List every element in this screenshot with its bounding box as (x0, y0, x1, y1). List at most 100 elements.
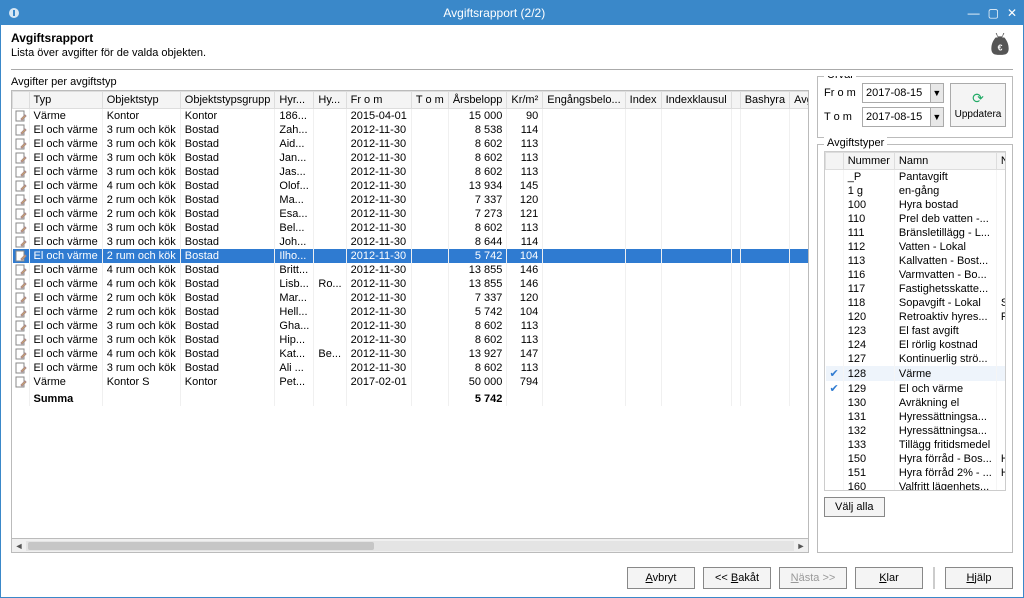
type-row[interactable]: 111Bränsletillägg - L... (826, 226, 1007, 240)
type-row[interactable]: 160Valfritt lägenhets... (826, 480, 1007, 491)
table-row[interactable]: VärmeKontorKontor186...2015-04-0115 0009… (13, 109, 810, 124)
table-row[interactable]: El och värme3 rum och kökBostadAli ...20… (13, 361, 810, 375)
table-row[interactable]: El och värme3 rum och kökBostadJoh...201… (13, 235, 810, 249)
table-row[interactable]: El och värme3 rum och kökBostadHip...201… (13, 333, 810, 347)
type-row[interactable]: 117Fastighetsskatte... (826, 282, 1007, 296)
check-icon[interactable] (826, 310, 844, 324)
edit-icon[interactable] (13, 263, 30, 277)
edit-icon[interactable] (13, 319, 30, 333)
horizontal-scrollbar[interactable]: ◄ ► (11, 539, 809, 553)
column-header[interactable]: Typ (29, 92, 102, 109)
table-row[interactable]: El och värme3 rum och kökBostadBel...201… (13, 221, 810, 235)
table-row[interactable]: El och värme4 rum och kökBostadOlof...20… (13, 179, 810, 193)
check-icon[interactable] (826, 296, 844, 310)
check-icon[interactable]: ✔ (826, 381, 844, 396)
select-all-button[interactable]: Välj alla (824, 497, 885, 517)
edit-icon[interactable] (13, 165, 30, 179)
edit-icon[interactable] (13, 179, 30, 193)
type-row[interactable]: 113Kallvatten - Bost... (826, 254, 1007, 268)
type-row[interactable]: 1 gen-gång (826, 184, 1007, 198)
from-date-field[interactable] (863, 84, 930, 102)
check-icon[interactable] (826, 212, 844, 226)
type-row[interactable]: 132Hyressättningsa... (826, 424, 1007, 438)
edit-icon[interactable] (13, 333, 30, 347)
cancel-button[interactable]: Avbryt (627, 567, 695, 589)
tom-date-field[interactable] (863, 108, 930, 126)
check-icon[interactable] (826, 226, 844, 240)
type-row[interactable]: 123El fast avgift (826, 324, 1007, 338)
check-icon[interactable] (826, 184, 844, 198)
column-header[interactable]: Bashyra (740, 92, 789, 109)
edit-icon[interactable] (13, 375, 30, 389)
type-row[interactable]: 100Hyra bostad (826, 198, 1007, 212)
scroll-left-icon[interactable]: ◄ (12, 541, 26, 551)
edit-icon[interactable] (13, 109, 30, 124)
update-button[interactable]: ⟳ Uppdatera (950, 83, 1006, 127)
check-icon[interactable] (826, 324, 844, 338)
help-button[interactable]: Hjälp (945, 567, 1013, 589)
from-date-input[interactable]: ▼ (862, 83, 944, 103)
table-row[interactable]: El och värme4 rum och kökBostadKat...Be.… (13, 347, 810, 361)
table-row[interactable]: El och värme3 rum och kökBostadGha...201… (13, 319, 810, 333)
column-header[interactable]: Index (625, 92, 661, 109)
type-row[interactable]: ✔129El och värme (826, 381, 1007, 396)
column-header[interactable] (826, 153, 844, 170)
table-row[interactable]: El och värme4 rum och kökBostadBritt...2… (13, 263, 810, 277)
edit-icon[interactable] (13, 151, 30, 165)
edit-icon[interactable] (13, 249, 30, 263)
minimize-icon[interactable]: — (968, 6, 980, 20)
table-row[interactable]: El och värme3 rum och kökBostadJas...201… (13, 165, 810, 179)
column-header[interactable]: Avgiftskor (790, 92, 809, 109)
chevron-down-icon[interactable]: ▼ (930, 84, 943, 102)
table-row[interactable]: El och värme3 rum och kökBostadAid...201… (13, 137, 810, 151)
check-icon[interactable] (826, 254, 844, 268)
column-header[interactable]: Årsbelopp (448, 92, 507, 109)
table-row[interactable]: El och värme2 rum och kökBostadHell...20… (13, 305, 810, 319)
edit-icon[interactable] (13, 291, 30, 305)
type-row[interactable]: 112Vatten - Lokal (826, 240, 1007, 254)
check-icon[interactable] (826, 452, 844, 466)
check-icon[interactable] (826, 410, 844, 424)
tom-date-input[interactable]: ▼ (862, 107, 944, 127)
chevron-down-icon[interactable]: ▼ (930, 108, 943, 126)
column-header[interactable]: Fr o m (346, 92, 411, 109)
table-row[interactable]: El och värme4 rum och kökBostadLisb...Ro… (13, 277, 810, 291)
type-row[interactable]: 127Kontinuerlig strö... (826, 352, 1007, 366)
column-header[interactable]: Namn (j (996, 153, 1006, 170)
type-row[interactable]: 131Hyressättningsa... (826, 410, 1007, 424)
check-icon[interactable] (826, 268, 844, 282)
column-header[interactable]: Hyr... (275, 92, 314, 109)
edit-icon[interactable] (13, 123, 30, 137)
table-row[interactable]: El och värme3 rum och kökBostadZah...201… (13, 123, 810, 137)
table-row[interactable]: El och värme2 rum och kökBostadIlho...20… (13, 249, 810, 263)
table-row[interactable]: El och värme2 rum och kökBostadMar...201… (13, 291, 810, 305)
check-icon[interactable] (826, 198, 844, 212)
edit-icon[interactable] (13, 235, 30, 249)
column-header[interactable]: Objektstypsgrupp (180, 92, 275, 109)
type-row[interactable]: 133Tillägg fritidsmedel (826, 438, 1007, 452)
finish-button[interactable]: Klar (855, 567, 923, 589)
check-icon[interactable] (826, 170, 844, 185)
check-icon[interactable] (826, 480, 844, 491)
table-row[interactable]: El och värme2 rum och kökBostadMa...2012… (13, 193, 810, 207)
edit-icon[interactable] (13, 193, 30, 207)
scroll-right-icon[interactable]: ► (794, 541, 808, 551)
back-button[interactable]: << Bakåt (703, 567, 771, 589)
column-header[interactable] (731, 92, 740, 109)
fees-grid[interactable]: TypObjektstypObjektstypsgruppHyr...Hy...… (11, 90, 809, 539)
check-icon[interactable] (826, 338, 844, 352)
check-icon[interactable] (826, 240, 844, 254)
check-icon[interactable] (826, 282, 844, 296)
edit-icon[interactable] (13, 361, 30, 375)
column-header[interactable]: Kr/m² (507, 92, 543, 109)
column-header[interactable]: Hy... (314, 92, 346, 109)
check-icon[interactable] (826, 438, 844, 452)
edit-icon[interactable] (13, 207, 30, 221)
edit-icon[interactable] (13, 305, 30, 319)
table-row[interactable]: El och värme3 rum och kökBostadJan...201… (13, 151, 810, 165)
check-icon[interactable] (826, 352, 844, 366)
maximize-icon[interactable]: ▢ (988, 6, 999, 20)
column-header[interactable]: Indexklausul (661, 92, 731, 109)
column-header[interactable]: Namn (894, 153, 996, 170)
next-button[interactable]: Nästa >> (779, 567, 847, 589)
